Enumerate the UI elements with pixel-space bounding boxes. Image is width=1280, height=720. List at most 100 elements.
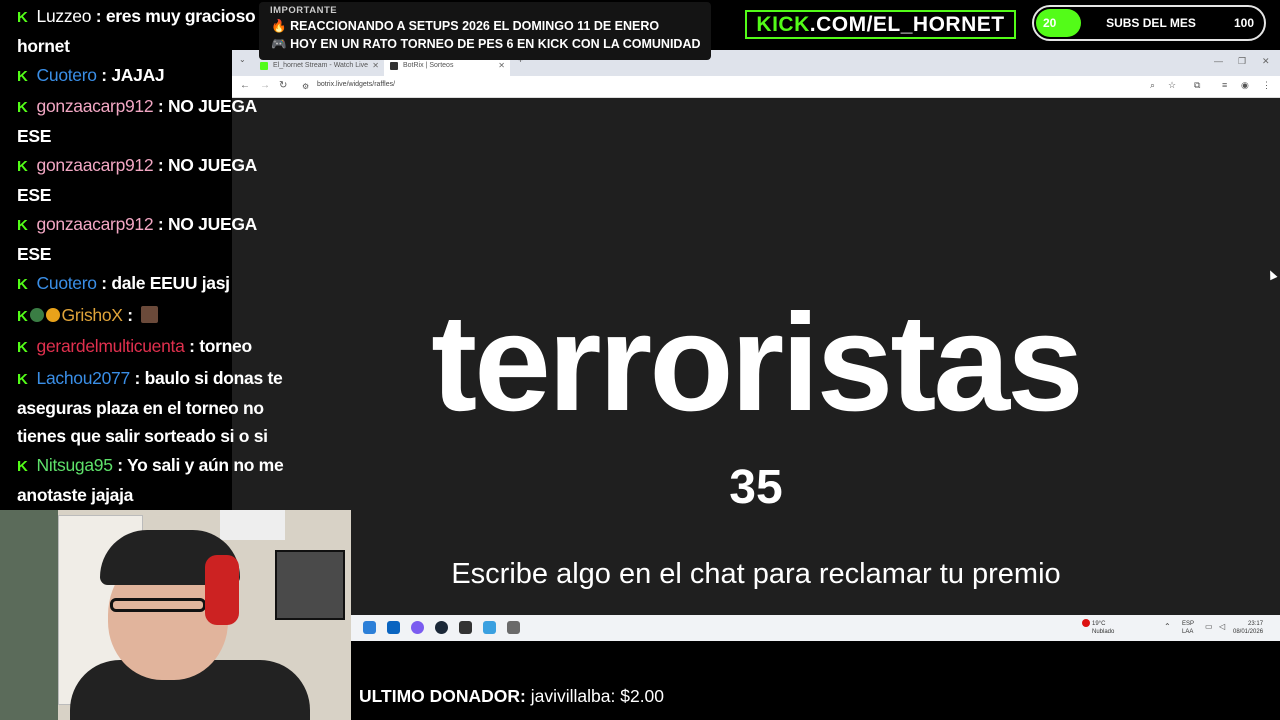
chat-text: dale EEUU jasj [111, 273, 230, 293]
chat-message: K GrishoX : [17, 301, 307, 331]
url-field[interactable]: botrix.live/widgets/raffles/ [317, 81, 395, 88]
notice-line-2: 🎮 HOY EN UN RATO TORNEO DE PES 6 EN KICK… [271, 37, 701, 52]
monitor [275, 550, 345, 620]
menu-icon[interactable]: ⋮ [1262, 80, 1271, 91]
kick-badge-icon: K [17, 158, 28, 175]
weather-alert-icon [1082, 619, 1090, 627]
chat-username[interactable]: Luzzeo [37, 6, 92, 26]
sub-badge-icon [29, 308, 44, 322]
streamer-glasses [110, 598, 206, 612]
steam-icon[interactable] [435, 621, 448, 634]
donor-value: javivillalba: $2.00 [530, 686, 665, 706]
kick-url-path: .COM/EL_HORNET [809, 13, 1005, 36]
last-donor: ULTIMO DONADOR: javivillalba: $2.00 [359, 686, 664, 707]
wall-poster [220, 510, 285, 540]
chat-separator: : [96, 273, 112, 293]
subs-goal-label: SUBS DEL MES [1106, 16, 1196, 30]
notice-label: IMPORTANTE [270, 5, 338, 16]
kick-brand: KICK [756, 13, 810, 36]
chat-username[interactable]: Lachou2077 [37, 368, 131, 388]
gift-badge-icon [45, 308, 60, 322]
profile-icon[interactable]: ◉ [1241, 80, 1249, 91]
network-icon[interactable]: ▭ [1205, 622, 1213, 631]
kick-badge-icon: K [17, 68, 28, 85]
important-notice-banner: IMPORTANTE 🔥 REACCIONANDO A SETUPS 2026 … [259, 2, 711, 60]
close-window-icon[interactable]: ✕ [1262, 56, 1270, 67]
close-tab-icon[interactable]: ✕ [498, 61, 505, 70]
chat-message: K Luzzeo : eres muy gracioso hornet [17, 2, 262, 60]
file-explorer-icon[interactable] [363, 621, 376, 634]
close-tab-icon[interactable]: ✕ [372, 61, 379, 70]
chat-message: K Cuotero : dale EEUU jasj [17, 269, 307, 299]
chat-separator: : [153, 214, 168, 234]
weather-temp: 19°C [1092, 621, 1106, 627]
raffle-instructions: Escribe algo en el chat para reclamar tu… [451, 558, 1061, 590]
weather-widget[interactable]: 19°C Nublado [1092, 620, 1114, 636]
chat-message: K Nitsuga95 : Yo sali y aún no me anotast… [17, 451, 307, 509]
discord-icon[interactable] [411, 621, 424, 634]
chat-separator: : [112, 455, 127, 475]
kick-badge-icon: K [17, 371, 28, 388]
kick-badge-icon: K [17, 339, 28, 356]
notice-text-2: HOY EN UN RATO TORNEO DE PES 6 EN KICK C… [290, 37, 701, 51]
emote-icon [141, 306, 159, 323]
poster [0, 510, 58, 720]
chat-username[interactable]: GrishoX [62, 305, 123, 325]
kick-badge-icon: K [17, 308, 28, 325]
windows-taskbar: 19°C Nublado ⌃ ESP LAA ▭ ◁ 23:17 08/01/2… [350, 615, 1280, 641]
raffle-widget-page: terroristas 35 Escribe algo en el chat p… [232, 98, 1280, 615]
chat-separator: : [153, 155, 168, 175]
chat-separator: : [153, 96, 168, 116]
kick-badge-icon: K [17, 99, 28, 116]
bookmark-star-icon[interactable]: ☆ [1168, 80, 1176, 91]
chat-text: JAJAJ [111, 65, 165, 85]
outlook-icon[interactable] [387, 621, 400, 634]
chat-username[interactable]: gonzaacarp912 [37, 96, 154, 116]
notepad-icon[interactable] [483, 621, 496, 634]
chat-username[interactable]: Nitsuga95 [37, 455, 113, 475]
clock-time: 23:17 [1248, 621, 1264, 627]
zoom-icon[interactable]: ⌕ [1150, 80, 1155, 91]
notice-text-1: REACCIONANDO A SETUPS 2026 EL DOMINGO 11… [290, 19, 660, 33]
media-icon[interactable]: ≡ [1222, 80, 1227, 90]
raffle-keyword: terroristas [431, 286, 1084, 440]
chat-username[interactable]: gerardelmulticuenta [37, 336, 185, 356]
subs-current: 20 [1043, 16, 1057, 30]
kick-channel-url: KICK.COM/EL_HORNET [745, 10, 1016, 39]
weather-desc: Nublado [1092, 629, 1115, 635]
chat-message: Kgonzaacarp912 : NO JUEGA ESE [17, 210, 279, 268]
extensions-icon[interactable]: ⧉ [1194, 80, 1200, 91]
chat-username[interactable]: gonzaacarp912 [37, 155, 154, 175]
address-bar: ← → ↻ ⚙ botrix.live/widgets/raffles/ ⌕ ☆… [232, 76, 1280, 98]
app-icon[interactable] [507, 621, 520, 634]
chat-message: K Cuotero : JAJAJ [17, 61, 307, 91]
donor-label: ULTIMO DONADOR: [359, 686, 526, 706]
layout-code: LAA [1182, 629, 1194, 635]
chat-username[interactable]: Cuotero [37, 65, 97, 85]
restore-icon[interactable]: ❐ [1238, 56, 1246, 67]
minimize-icon[interactable]: — [1214, 56, 1223, 66]
browser-window: ⌄ El_hornet Stream - Watch Live ✕ BotRix… [232, 50, 1280, 615]
headset [205, 555, 239, 625]
notice-line-1: 🔥 REACCIONANDO A SETUPS 2026 EL DOMINGO … [271, 19, 659, 34]
obs-icon[interactable] [459, 621, 472, 634]
raffle-entry-count: 35 [729, 461, 783, 514]
system-clock[interactable]: 23:17 08/01/2026 [1233, 620, 1263, 636]
chat-separator: : [122, 305, 138, 325]
chat-username[interactable]: Cuotero [37, 273, 97, 293]
chat-separator: : [129, 368, 145, 388]
chat-message: Kgonzaacarp912 : NO JUEGA ESE [17, 92, 279, 150]
fire-icon: 🔥 [271, 19, 287, 33]
volume-icon[interactable]: ◁ [1219, 622, 1225, 631]
kick-badge-icon: K [17, 276, 28, 293]
subs-goal-bar: 20 SUBS DEL MES 100 [1032, 5, 1266, 41]
tray-chevron-icon[interactable]: ⌃ [1164, 622, 1171, 631]
kick-badge-icon: K [17, 458, 28, 475]
webcam-feed [0, 510, 351, 720]
clock-date: 08/01/2026 [1233, 629, 1264, 635]
gamepad-icon: 🎮 [271, 37, 287, 51]
chat-username[interactable]: gonzaacarp912 [37, 214, 154, 234]
tab-title: BotRix | Sorteos [403, 62, 454, 69]
keyboard-language[interactable]: ESP LAA [1182, 620, 1194, 636]
subs-target: 100 [1233, 16, 1254, 30]
